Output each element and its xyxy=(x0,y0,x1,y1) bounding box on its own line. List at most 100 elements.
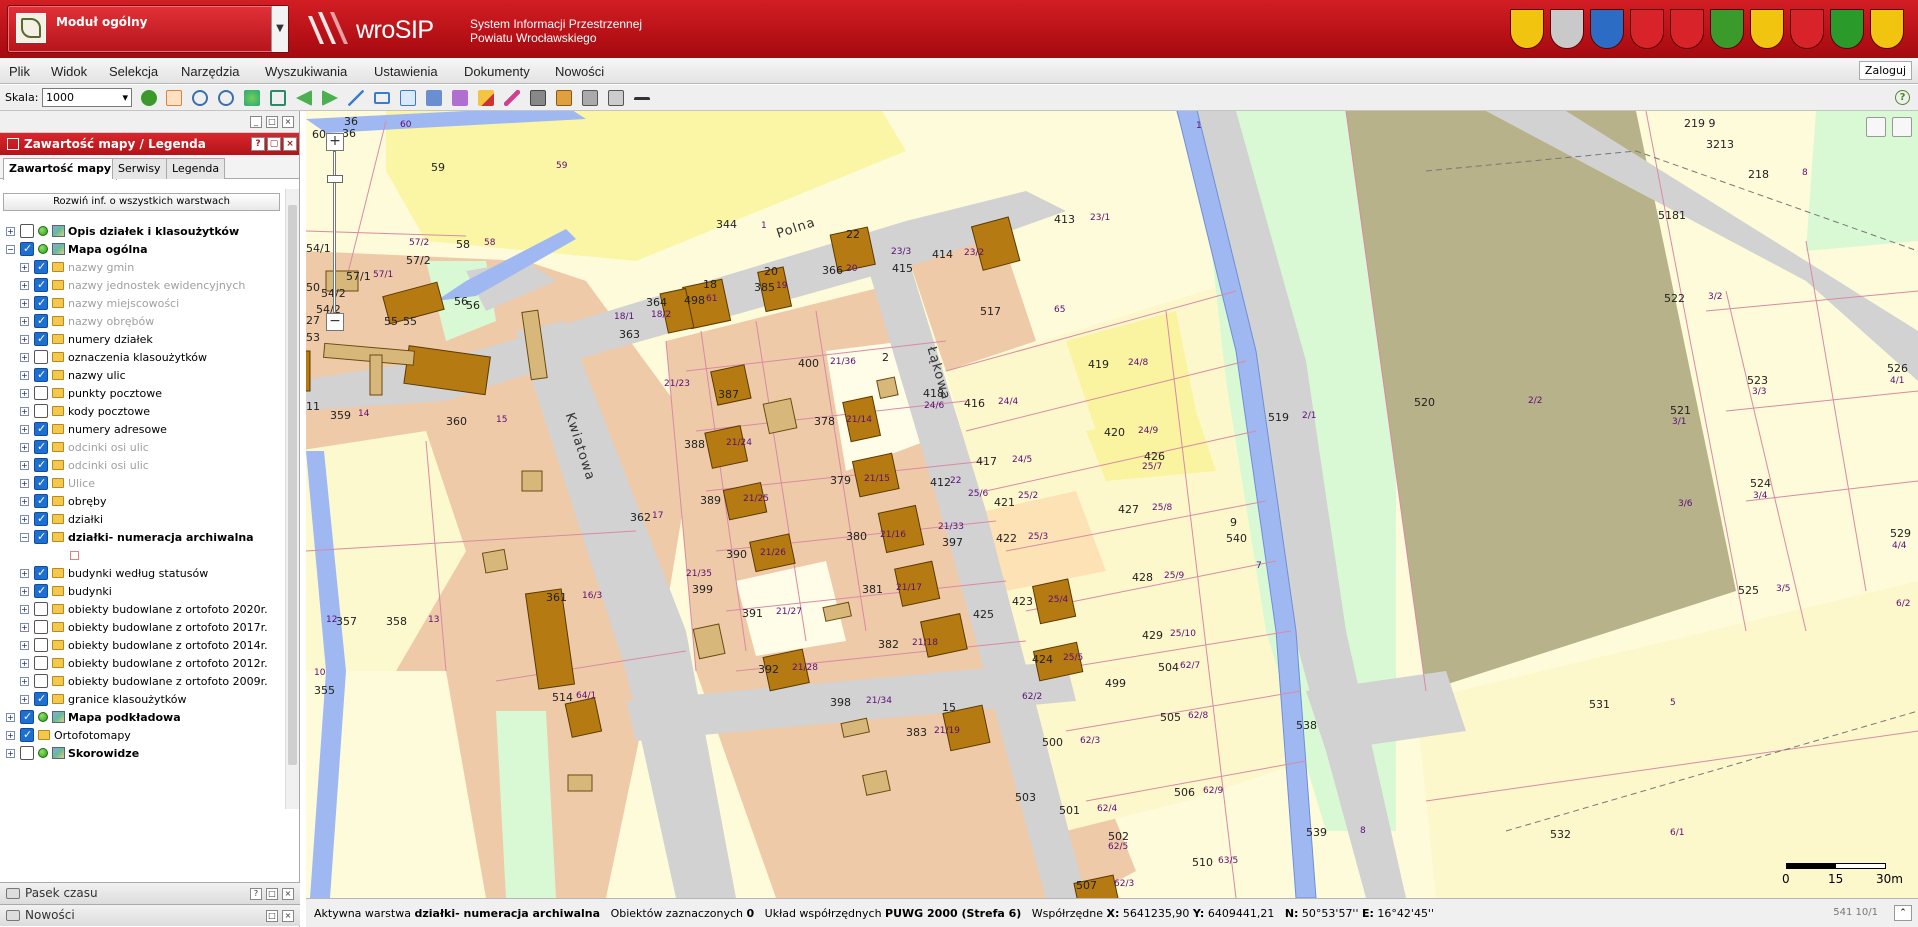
expand-icon[interactable]: + xyxy=(20,695,29,704)
expand-icon[interactable]: + xyxy=(20,587,29,596)
collapse-icon[interactable]: − xyxy=(6,245,15,254)
layer-checkbox[interactable] xyxy=(34,476,48,490)
crest-icon[interactable] xyxy=(1590,9,1624,49)
restore-icon[interactable]: □ xyxy=(266,116,278,128)
expand-icon[interactable]: + xyxy=(20,461,29,470)
expand-icon[interactable]: + xyxy=(20,389,29,398)
link-icon[interactable] xyxy=(634,97,650,101)
close-icon[interactable]: × xyxy=(283,137,297,151)
layer-checkbox[interactable] xyxy=(20,224,34,238)
zoom-extent-icon[interactable] xyxy=(270,90,286,106)
expand-icon[interactable]: + xyxy=(20,371,29,380)
restore-icon[interactable]: □ xyxy=(266,910,278,922)
layer-checkbox[interactable] xyxy=(34,584,48,598)
layer-checkbox[interactable] xyxy=(34,692,48,706)
draw-line-icon[interactable] xyxy=(504,90,520,106)
layer-checkbox[interactable] xyxy=(34,386,48,400)
module-dropdown[interactable]: Moduł ogólny ▼ xyxy=(7,5,289,53)
layer-checkbox[interactable] xyxy=(34,440,48,454)
layer-checkbox[interactable] xyxy=(20,242,34,256)
layer-checkbox[interactable] xyxy=(20,710,34,724)
layer-checkbox[interactable] xyxy=(20,728,34,742)
menu-plik[interactable]: Plik xyxy=(9,64,30,79)
draw-pencil-icon[interactable] xyxy=(478,90,494,106)
panel-scrollbar[interactable] xyxy=(285,189,299,809)
minimize-icon[interactable]: _ xyxy=(250,116,262,128)
chevron-up-icon[interactable]: ⌃ xyxy=(1894,905,1912,921)
menu-ustawienia[interactable]: Ustawienia xyxy=(374,64,438,79)
login-button[interactable]: Zaloguj xyxy=(1858,61,1912,80)
expand-icon[interactable]: + xyxy=(20,425,29,434)
expand-icon[interactable]: + xyxy=(20,605,29,614)
zoom-in-button[interactable]: + xyxy=(326,133,344,151)
zoom-out-icon[interactable] xyxy=(218,90,234,106)
map-canvas[interactable]: 5959585857/257/257/157/154/15054/254/227… xyxy=(306,111,1918,898)
expand-icon[interactable]: + xyxy=(20,569,29,578)
chevron-down-icon[interactable]: ▼ xyxy=(271,6,288,52)
zoom-handle[interactable] xyxy=(327,175,343,183)
expand-all-layers-button[interactable]: Rozwiń inf. o wszystkich warstwach xyxy=(3,193,280,211)
layer-checkbox[interactable] xyxy=(34,458,48,472)
layer-checkbox[interactable] xyxy=(34,296,48,310)
crest-icon[interactable] xyxy=(1870,9,1904,49)
help-icon[interactable]: ? xyxy=(1895,90,1910,105)
layer-checkbox[interactable] xyxy=(34,656,48,670)
measure-area-icon[interactable] xyxy=(374,92,390,104)
select-icon[interactable] xyxy=(400,90,416,106)
crest-icon[interactable] xyxy=(1790,9,1824,49)
menu-dokumenty[interactable]: Dokumenty xyxy=(464,64,530,79)
expand-icon[interactable]: + xyxy=(20,281,29,290)
layer-checkbox[interactable] xyxy=(34,494,48,508)
layer-info-icon[interactable] xyxy=(452,90,468,106)
layer-checkbox[interactable] xyxy=(34,260,48,274)
measure-line-icon[interactable] xyxy=(348,90,364,106)
menu-selekcja[interactable]: Selekcja xyxy=(109,64,158,79)
comment-icon[interactable] xyxy=(1866,117,1886,137)
expand-icon[interactable]: + xyxy=(20,299,29,308)
crest-icon[interactable] xyxy=(1710,9,1744,49)
printer-icon[interactable] xyxy=(582,90,598,106)
menu-nowosci[interactable]: Nowości xyxy=(555,64,604,79)
layer-checkbox[interactable] xyxy=(34,512,48,526)
layer-checkbox[interactable] xyxy=(34,530,48,544)
expand-icon[interactable]: + xyxy=(20,479,29,488)
zoom-slider[interactable]: + − xyxy=(326,133,344,333)
expand-icon[interactable]: + xyxy=(20,623,29,632)
tab-map-content[interactable]: Zawartość mapy xyxy=(3,158,118,180)
scrollbar-thumb[interactable] xyxy=(288,205,297,765)
print-icon[interactable] xyxy=(530,90,546,106)
layer-checkbox[interactable] xyxy=(20,746,34,760)
expand-icon[interactable]: + xyxy=(20,335,29,344)
restore-icon[interactable]: □ xyxy=(266,888,278,900)
expand-icon[interactable]: + xyxy=(20,317,29,326)
zoom-out-button[interactable]: − xyxy=(326,313,344,331)
undock-icon[interactable]: ▢ xyxy=(267,137,281,151)
expand-icon[interactable]: + xyxy=(6,749,15,758)
tab-services[interactable]: Serwisy xyxy=(112,158,167,179)
help-icon[interactable]: ? xyxy=(251,137,265,151)
expand-icon[interactable]: + xyxy=(6,731,15,740)
layer-checkbox[interactable] xyxy=(34,620,48,634)
layer-checkbox[interactable] xyxy=(34,404,48,418)
coordinates-icon[interactable] xyxy=(426,90,442,106)
help-icon[interactable]: ? xyxy=(250,888,262,900)
tab-legend[interactable]: Legenda xyxy=(166,158,226,179)
layer-checkbox[interactable] xyxy=(34,602,48,616)
layer-checkbox[interactable] xyxy=(34,278,48,292)
forward-arrow-icon[interactable] xyxy=(322,90,338,106)
layer-checkbox[interactable] xyxy=(34,638,48,652)
layer-checkbox[interactable] xyxy=(34,368,48,382)
layer-checkbox[interactable] xyxy=(34,674,48,688)
info-icon[interactable] xyxy=(141,90,157,106)
pan-hand-icon[interactable] xyxy=(166,90,182,106)
scale-select[interactable]: 1000 xyxy=(42,88,132,107)
expand-icon[interactable]: + xyxy=(20,497,29,506)
expand-icon[interactable]: + xyxy=(6,227,15,236)
crest-icon[interactable] xyxy=(1630,9,1664,49)
save-icon[interactable] xyxy=(608,90,624,106)
news-bar[interactable]: Nowości □ × xyxy=(0,904,300,926)
expand-icon[interactable]: + xyxy=(20,641,29,650)
menu-narzedzia[interactable]: Narzędzia xyxy=(181,64,240,79)
zoom-in-icon[interactable] xyxy=(192,90,208,106)
expand-icon[interactable]: + xyxy=(20,407,29,416)
